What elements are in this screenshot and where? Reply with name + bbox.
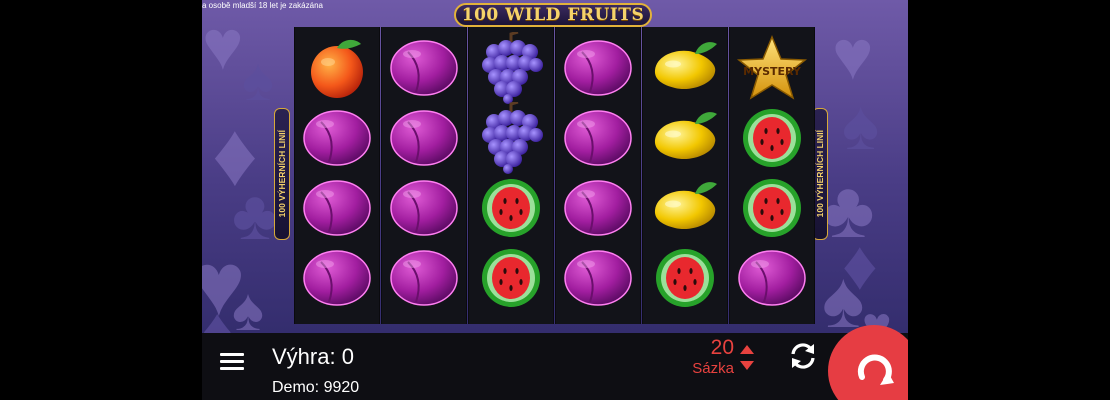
mystery-label: MYSTERY [743,64,801,78]
lemon-icon [649,178,721,238]
reel-6: MYSTERY [729,27,815,324]
reel-symbol [730,234,814,321]
plum-icon [562,178,634,238]
grapes-icon [478,31,544,104]
bet-value: 20 [710,336,734,359]
demo-value: 9920 [323,379,360,396]
plum-icon [388,108,460,168]
plum-icon [388,38,460,98]
grapes-icon [478,101,544,174]
card-suit-decoration: ♥ [832,16,874,94]
reel-symbol [469,234,553,321]
hamburger-icon [220,353,244,370]
card-suit-decoration: ♠ [232,276,264,343]
autoplay-button[interactable] [786,339,820,373]
orange-icon [305,36,369,100]
card-suit-decoration: ♠ [842,86,880,164]
spin-button[interactable] [828,325,908,400]
plum-icon [301,108,373,168]
plum-icon [301,248,373,308]
plum-icon [301,178,373,238]
reel-symbol [295,234,379,321]
plum-icon [562,248,634,308]
watermelon-icon [479,176,543,240]
reel-symbol [382,234,466,321]
menu-button[interactable] [220,353,244,373]
plum-icon [562,108,634,168]
reel-3 [468,27,554,324]
reel-symbol [643,234,727,321]
plum-icon [736,248,808,308]
plum-icon [388,178,460,238]
reel-symbol [556,234,640,321]
paylines-label: 100 VÝHERNÍCH LINIÍ [815,130,825,218]
watermelon-icon [653,246,717,310]
card-suit-decoration: ♥ [202,6,244,84]
spin-icon [857,354,894,385]
bet-decrease-button[interactable] [740,361,754,370]
mystery-star-icon: MYSTERY [736,34,808,101]
paylines-badge-left: 100 VÝHERNÍCH LINIÍ [274,108,290,240]
reel-2 [381,27,467,324]
plum-icon [388,248,460,308]
game-area: ♥♠♦♣♥♠♦♥♠♣♦♠♥ a osobě mladší 18 let je z… [202,0,908,400]
lemon-icon [649,108,721,168]
bet-increase-button[interactable] [740,345,754,354]
demo-label: Demo: [272,379,320,396]
age-notice: a osobě mladší 18 let je zakázána [202,1,323,10]
reel-1 [294,27,380,324]
bet-label: Sázka [692,360,734,377]
game-title-text: 100 WILD FRUITS [461,5,645,25]
reel-4 [555,27,641,324]
demo-balance: Demo: 9920 [272,379,359,397]
bottom-bar: Výhra: 0 Demo: 9920 20 Sázka [202,325,908,400]
reel-5 [642,27,728,324]
paylines-label: 100 VÝHERNÍCH LINIÍ [277,130,287,218]
lemon-icon [649,38,721,98]
autoplay-icon [791,343,815,369]
card-suit-decoration: ♠ [242,46,274,113]
plum-icon [562,38,634,98]
watermelon-icon [740,176,804,240]
watermelon-icon [740,106,804,170]
win-display: Výhra: 0 [272,344,354,369]
watermelon-icon [479,246,543,310]
